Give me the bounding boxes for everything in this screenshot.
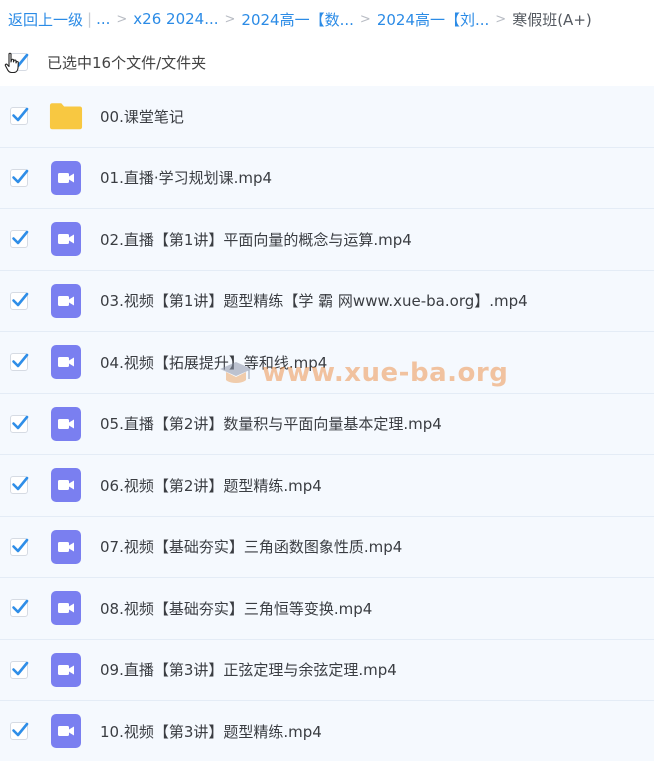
checkmark-icon	[12, 661, 29, 676]
checkmark-icon	[12, 169, 29, 184]
checkmark-icon	[12, 599, 29, 614]
video-file-icon	[51, 468, 81, 503]
file-list: 00.课堂笔记 01.直播·学习规划课.mp4 02.直播【第1讲】平面向量的概念与…	[0, 86, 654, 761]
video-file-icon	[49, 406, 83, 441]
file-row[interactable]: 00.课堂笔记	[0, 86, 654, 148]
folder-icon	[49, 103, 83, 130]
back-link[interactable]: 返回上一级	[8, 9, 83, 30]
file-checkbox[interactable]	[10, 230, 29, 249]
checkmark-icon	[12, 415, 29, 430]
file-row[interactable]: 06.视频【第2讲】题型精练.mp4	[0, 455, 654, 517]
file-row[interactable]: 01.直播·学习规划课.mp4	[0, 147, 654, 209]
file-checkbox[interactable]	[10, 353, 29, 372]
file-checkbox[interactable]	[10, 537, 29, 556]
breadcrumb-item-3[interactable]: 2024高一【刘...	[377, 9, 489, 30]
file-checkbox[interactable]	[10, 291, 29, 310]
video-file-icon	[51, 714, 81, 749]
file-checkbox[interactable]	[10, 107, 29, 126]
video-file-icon	[49, 283, 83, 318]
video-file-icon	[49, 529, 83, 564]
video-file-icon	[51, 283, 81, 318]
file-checkbox[interactable]	[10, 168, 29, 187]
selection-count: 已选中16个文件/文件夹	[47, 53, 207, 72]
breadcrumb-divider: |	[87, 10, 93, 28]
chevron-right-icon: >	[495, 11, 507, 27]
video-file-icon	[51, 222, 81, 257]
video-file-icon	[49, 222, 83, 257]
file-name[interactable]: 01.直播·学习规划课.mp4	[100, 167, 272, 188]
file-name[interactable]: 09.直播【第3讲】正弦定理与余弦定理.mp4	[100, 659, 397, 680]
checkmark-icon	[12, 722, 29, 737]
breadcrumb-item-2[interactable]: 2024高一【数...	[241, 9, 353, 30]
video-file-icon	[49, 591, 83, 626]
breadcrumb-current: 寒假班(A+)	[512, 10, 592, 29]
file-row[interactable]: 05.直播【第2讲】数量积与平面向量基本定理.mp4	[0, 393, 654, 455]
file-row[interactable]: 02.直播【第1讲】平面向量的概念与运算.mp4	[0, 209, 654, 271]
checkmark-icon	[12, 476, 29, 491]
chevron-right-icon: >	[224, 11, 236, 27]
breadcrumb-item-1[interactable]: x26 2024...	[133, 10, 218, 28]
checkmark-icon	[12, 538, 29, 553]
file-checkbox[interactable]	[10, 414, 29, 433]
breadcrumb-ellipsis[interactable]: ...	[96, 10, 110, 28]
video-file-icon	[51, 406, 81, 441]
selection-header: 已选中16个文件/文件夹	[0, 38, 654, 86]
file-name[interactable]: 03.视频【第1讲】题型精练【学 霸 网www.xue-ba.org】.mp4	[100, 290, 528, 311]
file-row[interactable]: 08.视频【基础夯实】三角恒等变换.mp4	[0, 578, 654, 640]
file-row[interactable]: 04.视频【拓展提升】等和线.mp4	[0, 332, 654, 394]
file-row[interactable]: 07.视频【基础夯实】三角函数图象性质.mp4	[0, 516, 654, 578]
video-file-icon	[51, 652, 81, 687]
checkmark-icon	[12, 230, 29, 245]
file-name[interactable]: 08.视频【基础夯实】三角恒等变换.mp4	[100, 598, 372, 619]
video-file-icon	[49, 652, 83, 687]
hand-cursor-icon	[4, 52, 19, 74]
file-checkbox[interactable]	[10, 722, 29, 741]
video-file-icon	[51, 160, 81, 195]
video-file-icon	[51, 591, 81, 626]
video-file-icon	[49, 468, 83, 503]
chevron-right-icon: >	[359, 11, 371, 27]
folder-icon	[49, 99, 83, 133]
file-name[interactable]: 06.视频【第2讲】题型精练.mp4	[100, 475, 322, 496]
video-file-icon	[49, 160, 83, 195]
file-checkbox[interactable]	[10, 599, 29, 618]
file-checkbox[interactable]	[10, 660, 29, 679]
file-name[interactable]: 00.课堂笔记	[100, 106, 184, 127]
video-file-icon	[51, 529, 81, 564]
file-name[interactable]: 07.视频【基础夯实】三角函数图象性质.mp4	[100, 536, 402, 557]
chevron-right-icon: >	[116, 11, 128, 27]
file-row[interactable]: 03.视频【第1讲】题型精练【学 霸 网www.xue-ba.org】.mp4	[0, 270, 654, 332]
file-row[interactable]: 10.视频【第3讲】题型精练.mp4	[0, 701, 654, 761]
file-name[interactable]: 05.直播【第2讲】数量积与平面向量基本定理.mp4	[100, 413, 442, 434]
file-checkbox[interactable]	[10, 476, 29, 495]
file-name[interactable]: 04.视频【拓展提升】等和线.mp4	[100, 352, 327, 373]
breadcrumb: 返回上一级 | ... > x26 2024... > 2024高一【数... …	[0, 0, 654, 38]
file-name[interactable]: 10.视频【第3讲】题型精练.mp4	[100, 721, 322, 742]
checkmark-icon	[12, 353, 29, 368]
checkmark-icon	[12, 292, 29, 307]
video-file-icon	[51, 345, 81, 380]
file-name[interactable]: 02.直播【第1讲】平面向量的概念与运算.mp4	[100, 229, 412, 250]
video-file-icon	[49, 714, 83, 749]
checkmark-icon	[12, 107, 29, 122]
file-browser: 返回上一级 | ... > x26 2024... > 2024高一【数... …	[0, 0, 654, 761]
file-row[interactable]: 09.直播【第3讲】正弦定理与余弦定理.mp4	[0, 639, 654, 701]
video-file-icon	[49, 345, 83, 380]
